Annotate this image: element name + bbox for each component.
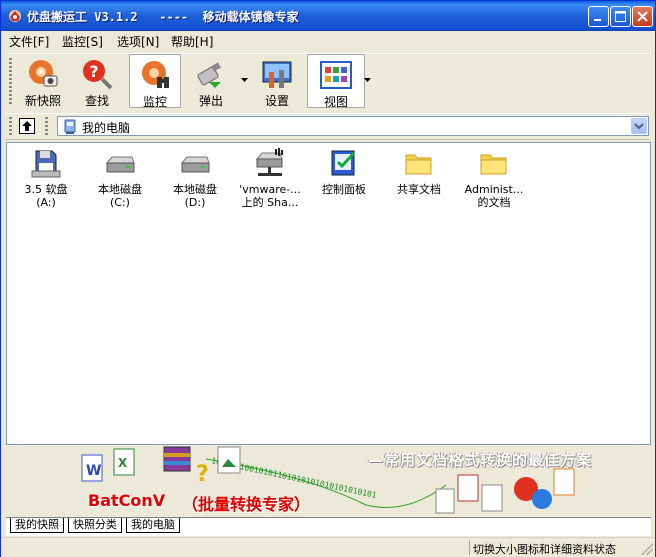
file-item-disk-d[interactable]: 本地磁盘 (D:) [159,147,231,209]
archive-icon [163,446,191,472]
file-item-admin-docs[interactable]: Administ... 的文档 [458,147,530,209]
monitor-button[interactable]: 监控 [129,54,181,109]
tab-snapshot-categories[interactable]: 快照分类 [68,518,122,533]
chevron-down-icon [634,123,644,130]
close-icon [637,11,648,22]
minimize-button[interactable] [588,6,609,27]
settings-button[interactable]: 设置 [251,54,303,108]
svg-text:X: X [118,456,128,470]
file-item-shared-docs[interactable]: 共享文档 [383,147,455,196]
output-docs-icons [435,468,575,514]
maximize-button[interactable] [610,6,631,27]
eject-dropdown-arrow-icon[interactable] [241,78,248,83]
tab-my-computer[interactable]: 我的电脑 [126,518,180,533]
menu-file[interactable]: 文件[F] [9,33,49,50]
eject-label: 弹出 [198,94,223,108]
toolbar-grip[interactable] [9,58,12,106]
network-drive-icon [255,148,283,176]
excel-doc-icon: X [113,448,135,476]
svg-text:?: ? [89,62,98,81]
banner-tagline: —常用文档格式转换的最佳方案 [368,451,593,469]
address-combobox[interactable]: 我的电脑 [57,116,649,136]
view-dropdown-arrow-icon[interactable] [364,78,371,83]
new-snapshot-label: 新快照 [24,94,61,108]
title-bar[interactable]: 优盘搬运工 V3.1.2 ---- 移动载体镜像专家 [1,1,655,31]
settings-label: 设置 [264,94,289,108]
file-item-floppy[interactable]: 3.5 软盘 (A:) [10,147,82,209]
menu-monitor[interactable]: 监控[S] [62,33,103,50]
tab-strip: 我的快照 快照分类 我的电脑 [6,517,651,536]
file-item-label: Administ... 的文档 [464,183,524,209]
banner-brand-subtitle: （批量转换专家） [182,495,311,514]
control-panel-icon [331,150,356,176]
address-bar: 我的电脑 [5,113,650,140]
svg-text:?: ? [196,462,209,487]
app-logo-icon [9,10,21,22]
image-doc-icon [217,446,241,474]
menu-help[interactable]: 帮助[H] [171,33,213,50]
up-arrow-icon [22,121,32,131]
file-item-label: 本地磁盘 (D:) [173,183,217,209]
word-doc-icon: W [81,454,103,482]
folder-icon [480,154,507,175]
status-text: 切换大小图标和详细资料状态 [473,543,616,556]
new-snapshot-icon [29,60,58,87]
status-separator [469,540,470,555]
toolbar: 新快照 ? 查找 监控 弹出 设置 视图 [5,53,650,110]
search-button[interactable]: ? 查找 [71,54,123,108]
status-bar: 切换大小图标和详细资料状态 [1,537,655,557]
ad-banner[interactable]: 10101010010101101010101010101010101 W X … [6,445,651,517]
up-folder-button[interactable] [19,118,35,134]
file-item-label: 'vmware-... 上的 Sha... [239,183,301,209]
file-item-control-panel[interactable]: 控制面板 [308,147,380,196]
hard-disk-icon [105,156,135,173]
file-item-network-share[interactable]: 'vmware-... 上的 Sha... [234,147,306,209]
view-icon [320,61,352,89]
file-item-label: 控制面板 [322,183,366,196]
file-item-label: 共享文档 [397,183,441,196]
view-label: 视图 [323,95,348,109]
file-item-label: 3.5 软盘 (A:) [24,183,68,209]
settings-icon [262,61,292,88]
address-grip[interactable] [9,117,12,135]
new-snapshot-button[interactable]: 新快照 [17,54,69,108]
view-button[interactable]: 视图 [307,54,365,109]
floppy-drive-icon [31,150,61,178]
svg-text:W: W [86,463,101,479]
monitor-icon [142,61,169,88]
close-button[interactable] [632,6,653,27]
my-computer-icon [64,119,76,134]
menu-options[interactable]: 选项[N] [117,33,159,50]
maximize-icon [615,11,626,22]
window-title: 优盘搬运工 V3.1.2 ---- 移动载体镜像专家 [27,10,299,24]
file-item-disk-c[interactable]: 本地磁盘 (C:) [84,147,156,209]
menu-bar: 文件[F] 监控[S] 选项[N] 帮助[H] [1,31,655,50]
search-label: 查找 [84,94,109,108]
app-window: 优盘搬运工 V3.1.2 ---- 移动载体镜像专家 文件[F] 监控[S] 选… [0,0,656,557]
help-doc-icon: ? [196,462,209,487]
file-list: 3.5 软盘 (A:) 本地磁盘 (C:) 本地磁盘 (D:) 'vmware-… [6,142,651,445]
monitor-label: 监控 [142,95,167,109]
address-grip-2[interactable] [45,117,48,135]
banner-brand: BatConV [88,491,166,510]
resize-grip[interactable] [641,543,653,555]
folder-icon [405,154,432,175]
minimize-icon [594,19,601,21]
hard-disk-icon [180,156,210,173]
eject-button[interactable]: 弹出 [185,54,237,108]
address-value: 我的电脑 [82,121,131,135]
search-icon: ? [83,60,113,90]
tab-my-snapshots[interactable]: 我的快照 [10,518,64,533]
eject-usb-icon [197,62,221,88]
address-dropdown-button[interactable] [631,118,647,134]
file-item-label: 本地磁盘 (C:) [98,183,142,209]
